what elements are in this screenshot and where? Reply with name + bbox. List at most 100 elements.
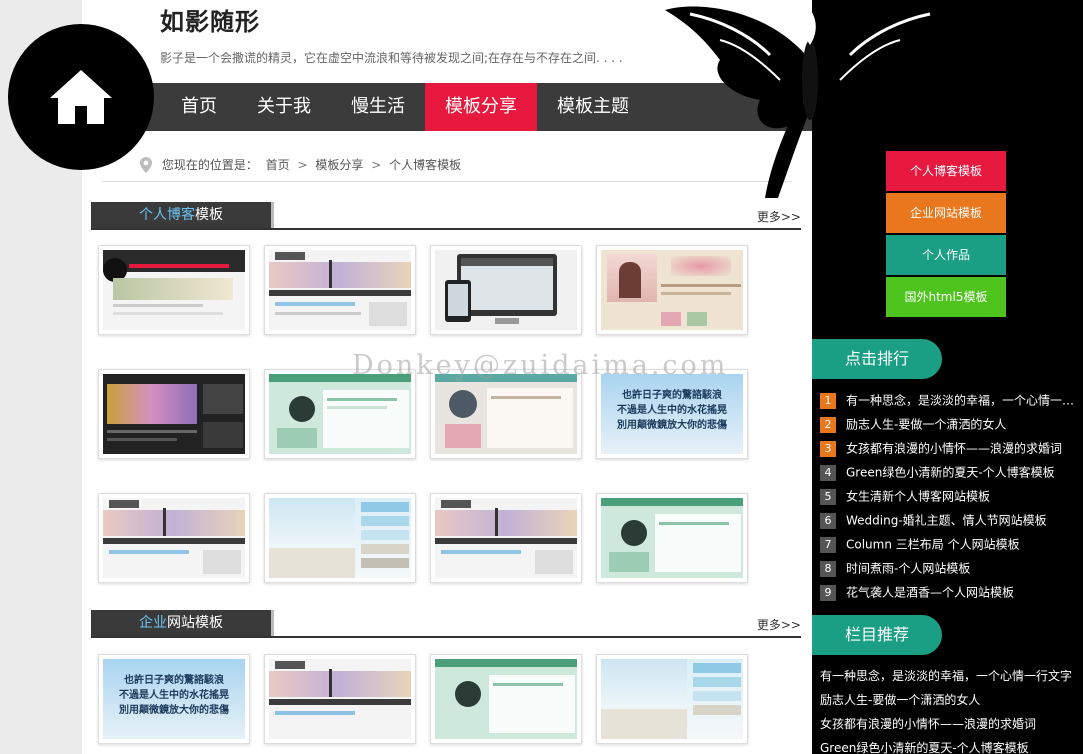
rank-number: 4	[820, 464, 836, 481]
rank-text: 励志人生-要做一个潇洒的女人	[846, 417, 1007, 432]
nav-item-template-share[interactable]: 模板分享	[425, 83, 537, 131]
template-thumbnail[interactable]	[596, 245, 748, 335]
template-thumbnail[interactable]	[98, 493, 250, 583]
rank-number: 7	[820, 536, 836, 553]
template-thumbnail[interactable]	[264, 245, 416, 335]
template-thumbnail[interactable]	[430, 493, 582, 583]
thumbnail-image	[103, 498, 245, 578]
site-title: 如影随形	[160, 8, 260, 36]
rank-number: 1	[820, 392, 836, 409]
section-title: 个人博客模板	[91, 202, 271, 228]
breadcrumb-current[interactable]: 个人博客模板	[389, 158, 461, 172]
calligraphy-line: 別用顛微鏡放大你的悲傷	[617, 420, 727, 431]
recommend-item[interactable]: Green绿色小清新的夏天-个人博客模板	[820, 736, 1075, 754]
breadcrumb-template-share[interactable]: 模板分享	[315, 158, 363, 172]
rank-text: 有一种思念，是淡淡的幸福，一个心情一…	[846, 393, 1075, 408]
section-title-highlight: 企业	[139, 615, 167, 631]
thumbnail-image	[103, 250, 245, 330]
rank-number: 2	[820, 416, 836, 433]
ranking-item[interactable]: 2 励志人生-要做一个潇洒的女人	[820, 412, 1075, 436]
thumbnail-image	[435, 250, 577, 330]
thumbnail-image	[269, 374, 411, 454]
section-title-highlight: 个人博客	[139, 207, 195, 223]
breadcrumb-home[interactable]: 首页	[266, 158, 290, 172]
rank-text: Green绿色小清新的夏天-个人博客模板	[846, 465, 1055, 480]
thumbnail-image: 也許日子爽的驚諮駭浪 不過是人生中的水花搖晃 別用顛微鏡放大你的悲傷	[103, 659, 245, 739]
calligraphy-line: 也許日子爽的驚諮駭浪	[622, 390, 722, 401]
calligraphy-line: 也許日子爽的驚諮駭浪	[124, 675, 224, 686]
thumbnail-image	[435, 498, 577, 578]
thumbnail-image: 也許日子爽的驚諮駭浪 不過是人生中的水花搖晃 別用顛微鏡放大你的悲傷	[601, 374, 743, 454]
rank-text: Wedding-婚礼主题、情人节网站模板	[846, 513, 1047, 528]
ranking-item[interactable]: 1 有一种思念，是淡淡的幸福，一个心情一…	[820, 388, 1075, 412]
thumbnail-image	[435, 659, 577, 739]
ranking-title: 点击排行	[812, 339, 942, 379]
recommend-item[interactable]: 励志人生-要做一个潇洒的女人	[820, 688, 1075, 712]
section-title-rest: 网站模板	[167, 615, 223, 631]
rank-number: 3	[820, 440, 836, 457]
nav-item-home[interactable]: 首页	[164, 83, 234, 131]
section-header-enterprise: 企业网站模板 更多>>	[91, 610, 801, 638]
section-title-rest: 模板	[195, 207, 223, 223]
ranking-item[interactable]: 9 花气袭人是酒香—个人网站模板	[820, 580, 1075, 604]
calligraphy-line: 不過是人生中的水花搖晃	[617, 405, 727, 416]
breadcrumb-prefix: 您现在的位置是：	[161, 158, 258, 172]
breadcrumb: 您现在的位置是： 首页 > 模板分享 > 个人博客模板	[140, 156, 461, 173]
ranking-item[interactable]: 3 女孩都有浪漫的小情怀——浪漫的求婚词	[820, 436, 1075, 460]
ranking-item[interactable]: 5 女生清新个人博客网站模板	[820, 484, 1075, 508]
rank-number: 8	[820, 560, 836, 577]
more-link[interactable]: 更多>>	[757, 616, 801, 633]
template-thumbnail[interactable]	[430, 369, 582, 459]
thumbnail-image	[601, 498, 743, 578]
template-thumbnail[interactable]	[98, 369, 250, 459]
template-thumbnail[interactable]	[264, 369, 416, 459]
breadcrumb-separator: >	[297, 157, 308, 172]
template-thumbnail[interactable]	[596, 493, 748, 583]
ranking-item[interactable]: 6 Wedding-婚礼主题、情人节网站模板	[820, 508, 1075, 532]
category-personal-works[interactable]: 个人作品	[886, 235, 1006, 275]
rank-number: 6	[820, 512, 836, 529]
rank-text: 女孩都有浪漫的小情怀——浪漫的求婚词	[846, 441, 1063, 456]
ranking-item[interactable]: 7 Column 三栏布局 个人网站模板	[820, 532, 1075, 556]
page: 如影随形 影子是一个会撒谎的精灵，它在虚空中流浪和等待被发现之间;在存在与不存在…	[0, 0, 1083, 754]
recommend-item[interactable]: 有一种思念，是淡淡的幸福，一个心情一行文字	[820, 664, 1075, 688]
ranking-item[interactable]: 4 Green绿色小清新的夏天-个人博客模板	[820, 460, 1075, 484]
breadcrumb-separator: >	[371, 157, 382, 172]
thumbnail-image	[269, 659, 411, 739]
nav-item-template-theme[interactable]: 模板主题	[548, 83, 638, 131]
more-link[interactable]: 更多>>	[757, 208, 801, 225]
rank-text: 女生清新个人博客网站模板	[846, 489, 991, 504]
home-button[interactable]	[8, 24, 154, 170]
recommend-item[interactable]: 女孩都有浪漫的小情怀——浪漫的求婚词	[820, 712, 1075, 736]
template-thumbnail[interactable]	[264, 493, 416, 583]
location-pin-icon	[140, 156, 152, 173]
template-thumbnail[interactable]	[430, 654, 582, 744]
section-header-blog: 个人博客模板 更多>>	[91, 202, 801, 230]
thumbnail-image	[269, 498, 411, 578]
home-icon	[50, 70, 112, 124]
ranking-item[interactable]: 8 时间煮雨-个人网站模板	[820, 556, 1075, 580]
thumbnail-image	[601, 250, 743, 330]
rank-number: 5	[820, 488, 836, 505]
nav-item-about[interactable]: 关于我	[248, 83, 320, 131]
rank-text: 时间煮雨-个人网站模板	[846, 561, 971, 576]
thumbnail-image	[601, 659, 743, 739]
category-html5-templates[interactable]: 国外html5模板	[886, 277, 1006, 317]
template-thumbnail[interactable]	[430, 245, 582, 335]
thumbnail-image	[435, 374, 577, 454]
thumbnail-image	[103, 374, 245, 454]
thumbnail-image	[269, 250, 411, 330]
watermark: Donkey@zuidaima.com	[352, 350, 729, 381]
template-thumbnail[interactable]	[98, 245, 250, 335]
template-thumbnail[interactable]: 也許日子爽的驚諮駭浪 不過是人生中的水花搖晃 別用顛微鏡放大你的悲傷	[596, 369, 748, 459]
template-thumbnail[interactable]	[596, 654, 748, 744]
calligraphy-line: 不過是人生中的水花搖晃	[119, 690, 229, 701]
rank-text: Column 三栏布局 个人网站模板	[846, 537, 1020, 552]
calligraphy-line: 別用顛微鏡放大你的悲傷	[119, 705, 229, 716]
template-thumbnail[interactable]	[264, 654, 416, 744]
nav-item-slow-life[interactable]: 慢生活	[338, 83, 418, 131]
template-thumbnail[interactable]: 也許日子爽的驚諮駭浪 不過是人生中的水花搖晃 別用顛微鏡放大你的悲傷	[98, 654, 250, 744]
category-enterprise-templates[interactable]: 企业网站模板	[886, 193, 1006, 233]
section-title: 企业网站模板	[91, 610, 271, 636]
category-blog-templates[interactable]: 个人博客模板	[886, 151, 1006, 191]
